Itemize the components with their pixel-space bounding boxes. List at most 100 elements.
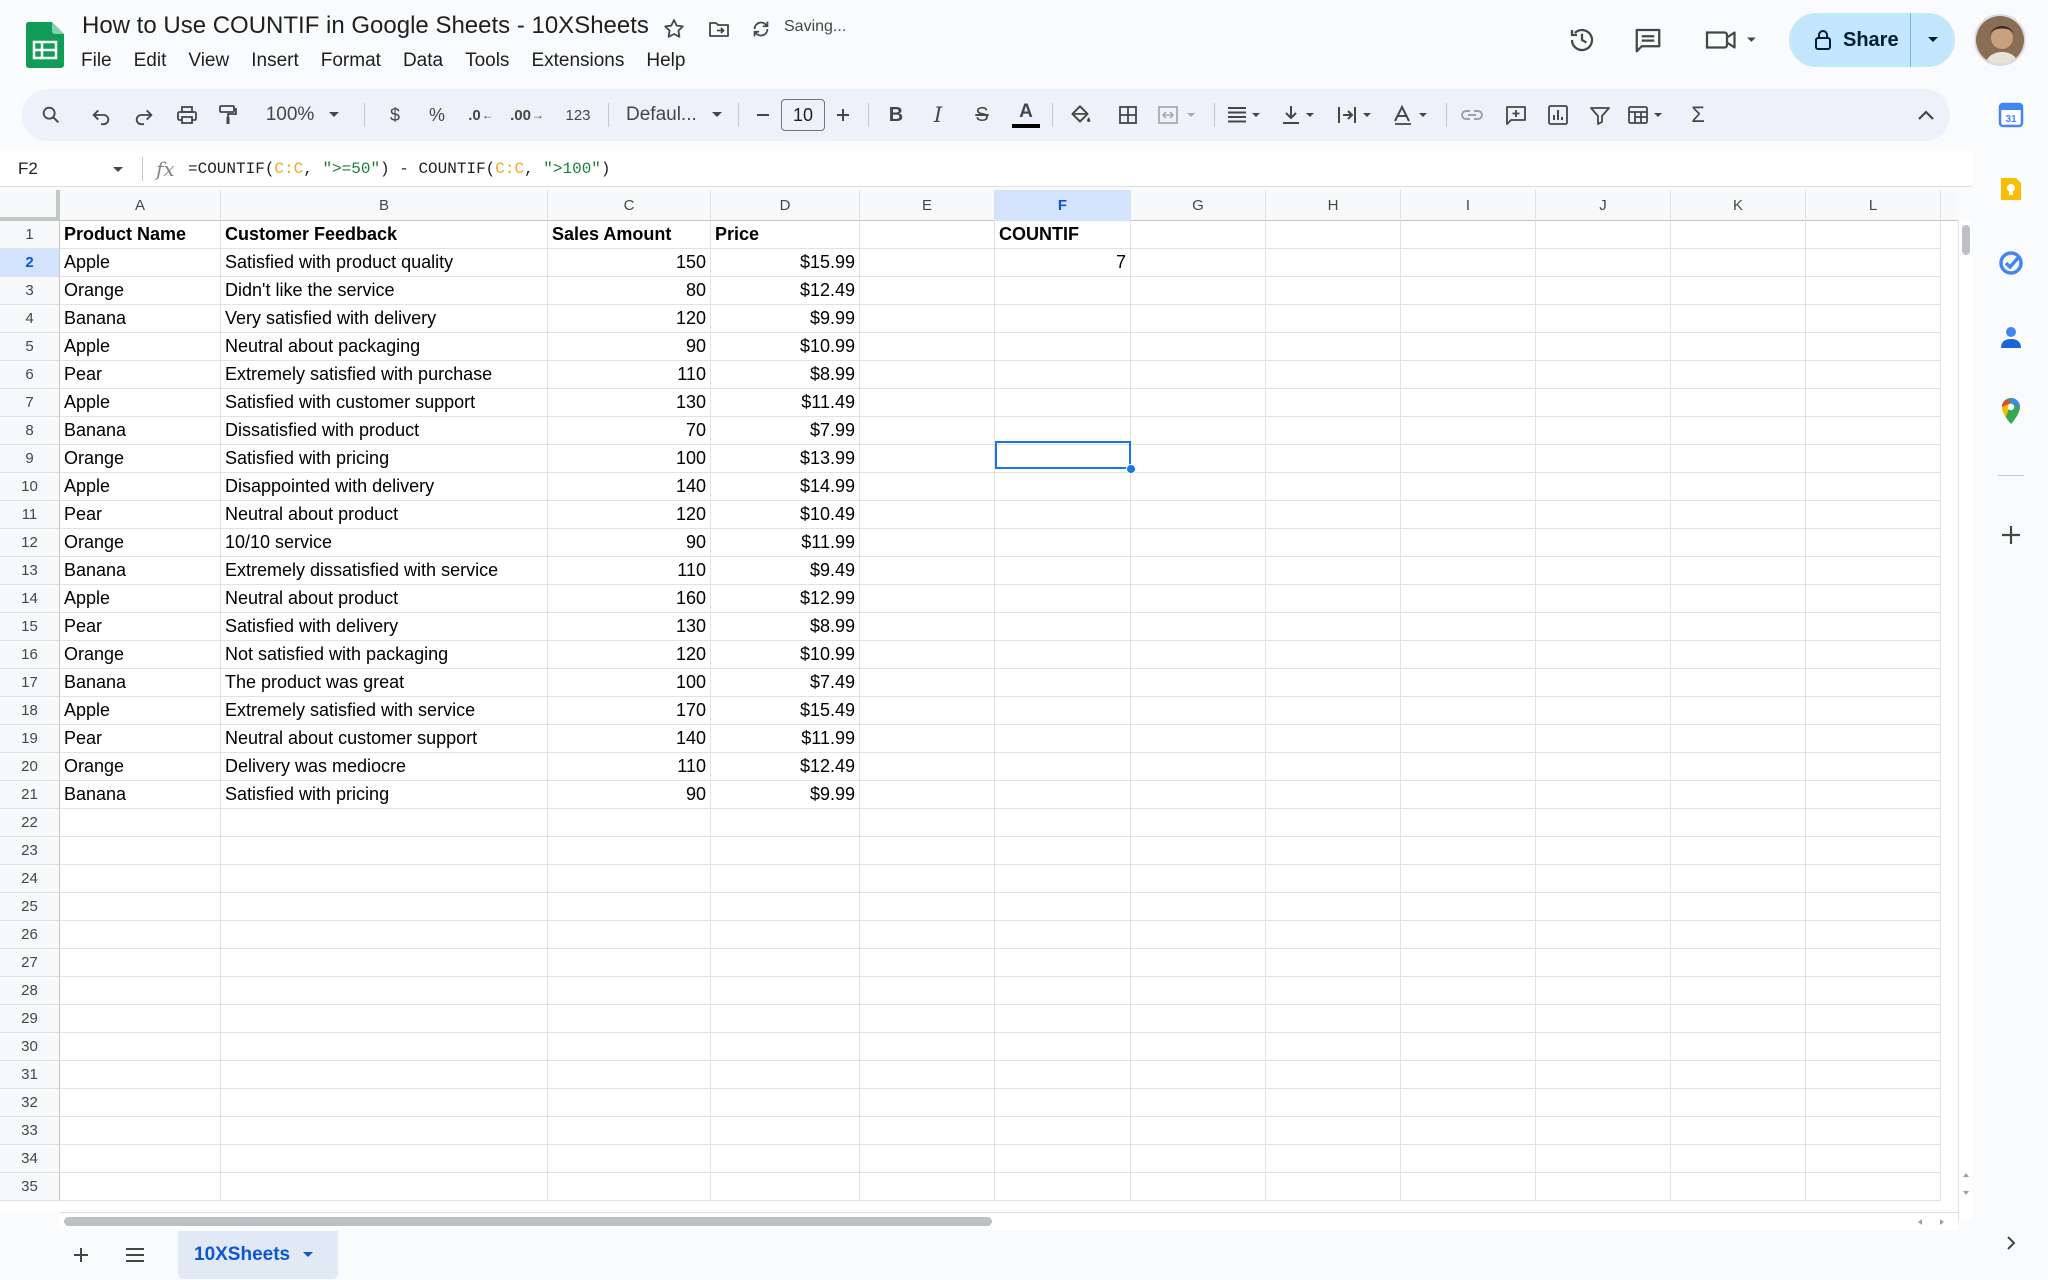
cell-g8[interactable] — [1131, 417, 1266, 445]
cell-d8[interactable]: $7.99 — [711, 417, 860, 445]
cell-i27[interactable] — [1401, 949, 1536, 977]
cell-k18[interactable] — [1671, 697, 1806, 725]
cell-a11[interactable]: Pear — [60, 501, 221, 529]
cell-i23[interactable] — [1401, 837, 1536, 865]
cell-b27[interactable] — [221, 949, 548, 977]
cell-i12[interactable] — [1401, 529, 1536, 557]
cell-j30[interactable] — [1536, 1033, 1671, 1061]
horizontal-scrollbar[interactable] — [60, 1212, 1958, 1230]
cell-j13[interactable] — [1536, 557, 1671, 585]
cell-a34[interactable] — [60, 1145, 221, 1173]
cell-d28[interactable] — [711, 977, 860, 1005]
cell-a19[interactable]: Pear — [60, 725, 221, 753]
cell-k2[interactable] — [1671, 249, 1806, 277]
cell-d27[interactable] — [711, 949, 860, 977]
cell-f25[interactable] — [995, 893, 1131, 921]
cell-e30[interactable] — [860, 1033, 995, 1061]
cell-c4[interactable]: 120 — [548, 305, 711, 333]
cell-l4[interactable] — [1806, 305, 1941, 333]
cell-i24[interactable] — [1401, 865, 1536, 893]
cell-g3[interactable] — [1131, 277, 1266, 305]
cell-b14[interactable]: Neutral about product — [221, 585, 548, 613]
cell-g16[interactable] — [1131, 641, 1266, 669]
search-menus-icon[interactable] — [34, 89, 68, 141]
caret-down-icon[interactable] — [112, 166, 124, 174]
cell-b19[interactable]: Neutral about customer support — [221, 725, 548, 753]
cell-b21[interactable]: Satisfied with pricing — [221, 781, 548, 809]
cell-c32[interactable] — [548, 1089, 711, 1117]
cell-g22[interactable] — [1131, 809, 1266, 837]
cell-j5[interactable] — [1536, 333, 1671, 361]
cell-l9[interactable] — [1806, 445, 1941, 473]
cell-l26[interactable] — [1806, 921, 1941, 949]
cell-b17[interactable]: The product was great — [221, 669, 548, 697]
cell-g34[interactable] — [1131, 1145, 1266, 1173]
row-header[interactable]: 26 — [0, 921, 60, 949]
cell-e16[interactable] — [860, 641, 995, 669]
cell-f1[interactable]: COUNTIF — [995, 221, 1131, 249]
cell-k23[interactable] — [1671, 837, 1806, 865]
cell-d29[interactable] — [711, 1005, 860, 1033]
cell-b9[interactable]: Satisfied with pricing — [221, 445, 548, 473]
cell-a35[interactable] — [60, 1173, 221, 1201]
show-side-panel-icon[interactable] — [1996, 1228, 2026, 1258]
cell-i21[interactable] — [1401, 781, 1536, 809]
cell-i31[interactable] — [1401, 1061, 1536, 1089]
cell-e35[interactable] — [860, 1173, 995, 1201]
cell-l22[interactable] — [1806, 809, 1941, 837]
cell-k15[interactable] — [1671, 613, 1806, 641]
cell-i8[interactable] — [1401, 417, 1536, 445]
cell-b31[interactable] — [221, 1061, 548, 1089]
cell-b30[interactable] — [221, 1033, 548, 1061]
paint-format-icon[interactable] — [212, 89, 244, 141]
insert-chart-icon[interactable] — [1540, 89, 1576, 141]
scroll-right-icon[interactable] — [1938, 1218, 1946, 1226]
cell-l7[interactable] — [1806, 389, 1941, 417]
row-header[interactable]: 32 — [0, 1089, 60, 1117]
scroll-down-icon[interactable] — [1962, 1189, 1970, 1197]
cell-b25[interactable] — [221, 893, 548, 921]
cell-h24[interactable] — [1266, 865, 1401, 893]
cell-g11[interactable] — [1131, 501, 1266, 529]
cell-e21[interactable] — [860, 781, 995, 809]
move-folder-icon[interactable] — [704, 14, 734, 44]
row-header[interactable]: 9 — [0, 445, 60, 473]
cell-c25[interactable] — [548, 893, 711, 921]
cell-f27[interactable] — [995, 949, 1131, 977]
cell-k13[interactable] — [1671, 557, 1806, 585]
cell-k10[interactable] — [1671, 473, 1806, 501]
cell-e18[interactable] — [860, 697, 995, 725]
cell-f26[interactable] — [995, 921, 1131, 949]
row-header[interactable]: 16 — [0, 641, 60, 669]
filter-views-icon[interactable] — [1624, 89, 1674, 141]
cell-c8[interactable]: 70 — [548, 417, 711, 445]
cell-k27[interactable] — [1671, 949, 1806, 977]
cell-j26[interactable] — [1536, 921, 1671, 949]
cell-k17[interactable] — [1671, 669, 1806, 697]
row-header[interactable]: 13 — [0, 557, 60, 585]
menu-format[interactable]: Format — [310, 48, 392, 76]
cell-k24[interactable] — [1671, 865, 1806, 893]
cell-h16[interactable] — [1266, 641, 1401, 669]
row-header[interactable]: 28 — [0, 977, 60, 1005]
cell-j28[interactable] — [1536, 977, 1671, 1005]
document-title[interactable]: How to Use COUNTIF in Google Sheets - 10… — [82, 12, 649, 40]
cell-e8[interactable] — [860, 417, 995, 445]
row-header[interactable]: 7 — [0, 389, 60, 417]
cell-i15[interactable] — [1401, 613, 1536, 641]
cell-i3[interactable] — [1401, 277, 1536, 305]
add-icon[interactable] — [1996, 520, 2026, 550]
cell-b5[interactable]: Neutral about packaging — [221, 333, 548, 361]
cell-b7[interactable]: Satisfied with customer support — [221, 389, 548, 417]
cell-f28[interactable] — [995, 977, 1131, 1005]
cell-h17[interactable] — [1266, 669, 1401, 697]
cell-a9[interactable]: Orange — [60, 445, 221, 473]
cell-c34[interactable] — [548, 1145, 711, 1173]
cell-i9[interactable] — [1401, 445, 1536, 473]
cell-f4[interactable] — [995, 305, 1131, 333]
cell-e6[interactable] — [860, 361, 995, 389]
column-header-d[interactable]: D — [711, 190, 860, 221]
cell-l24[interactable] — [1806, 865, 1941, 893]
cell-b12[interactable]: 10/10 service — [221, 529, 548, 557]
cell-b18[interactable]: Extremely satisfied with service — [221, 697, 548, 725]
